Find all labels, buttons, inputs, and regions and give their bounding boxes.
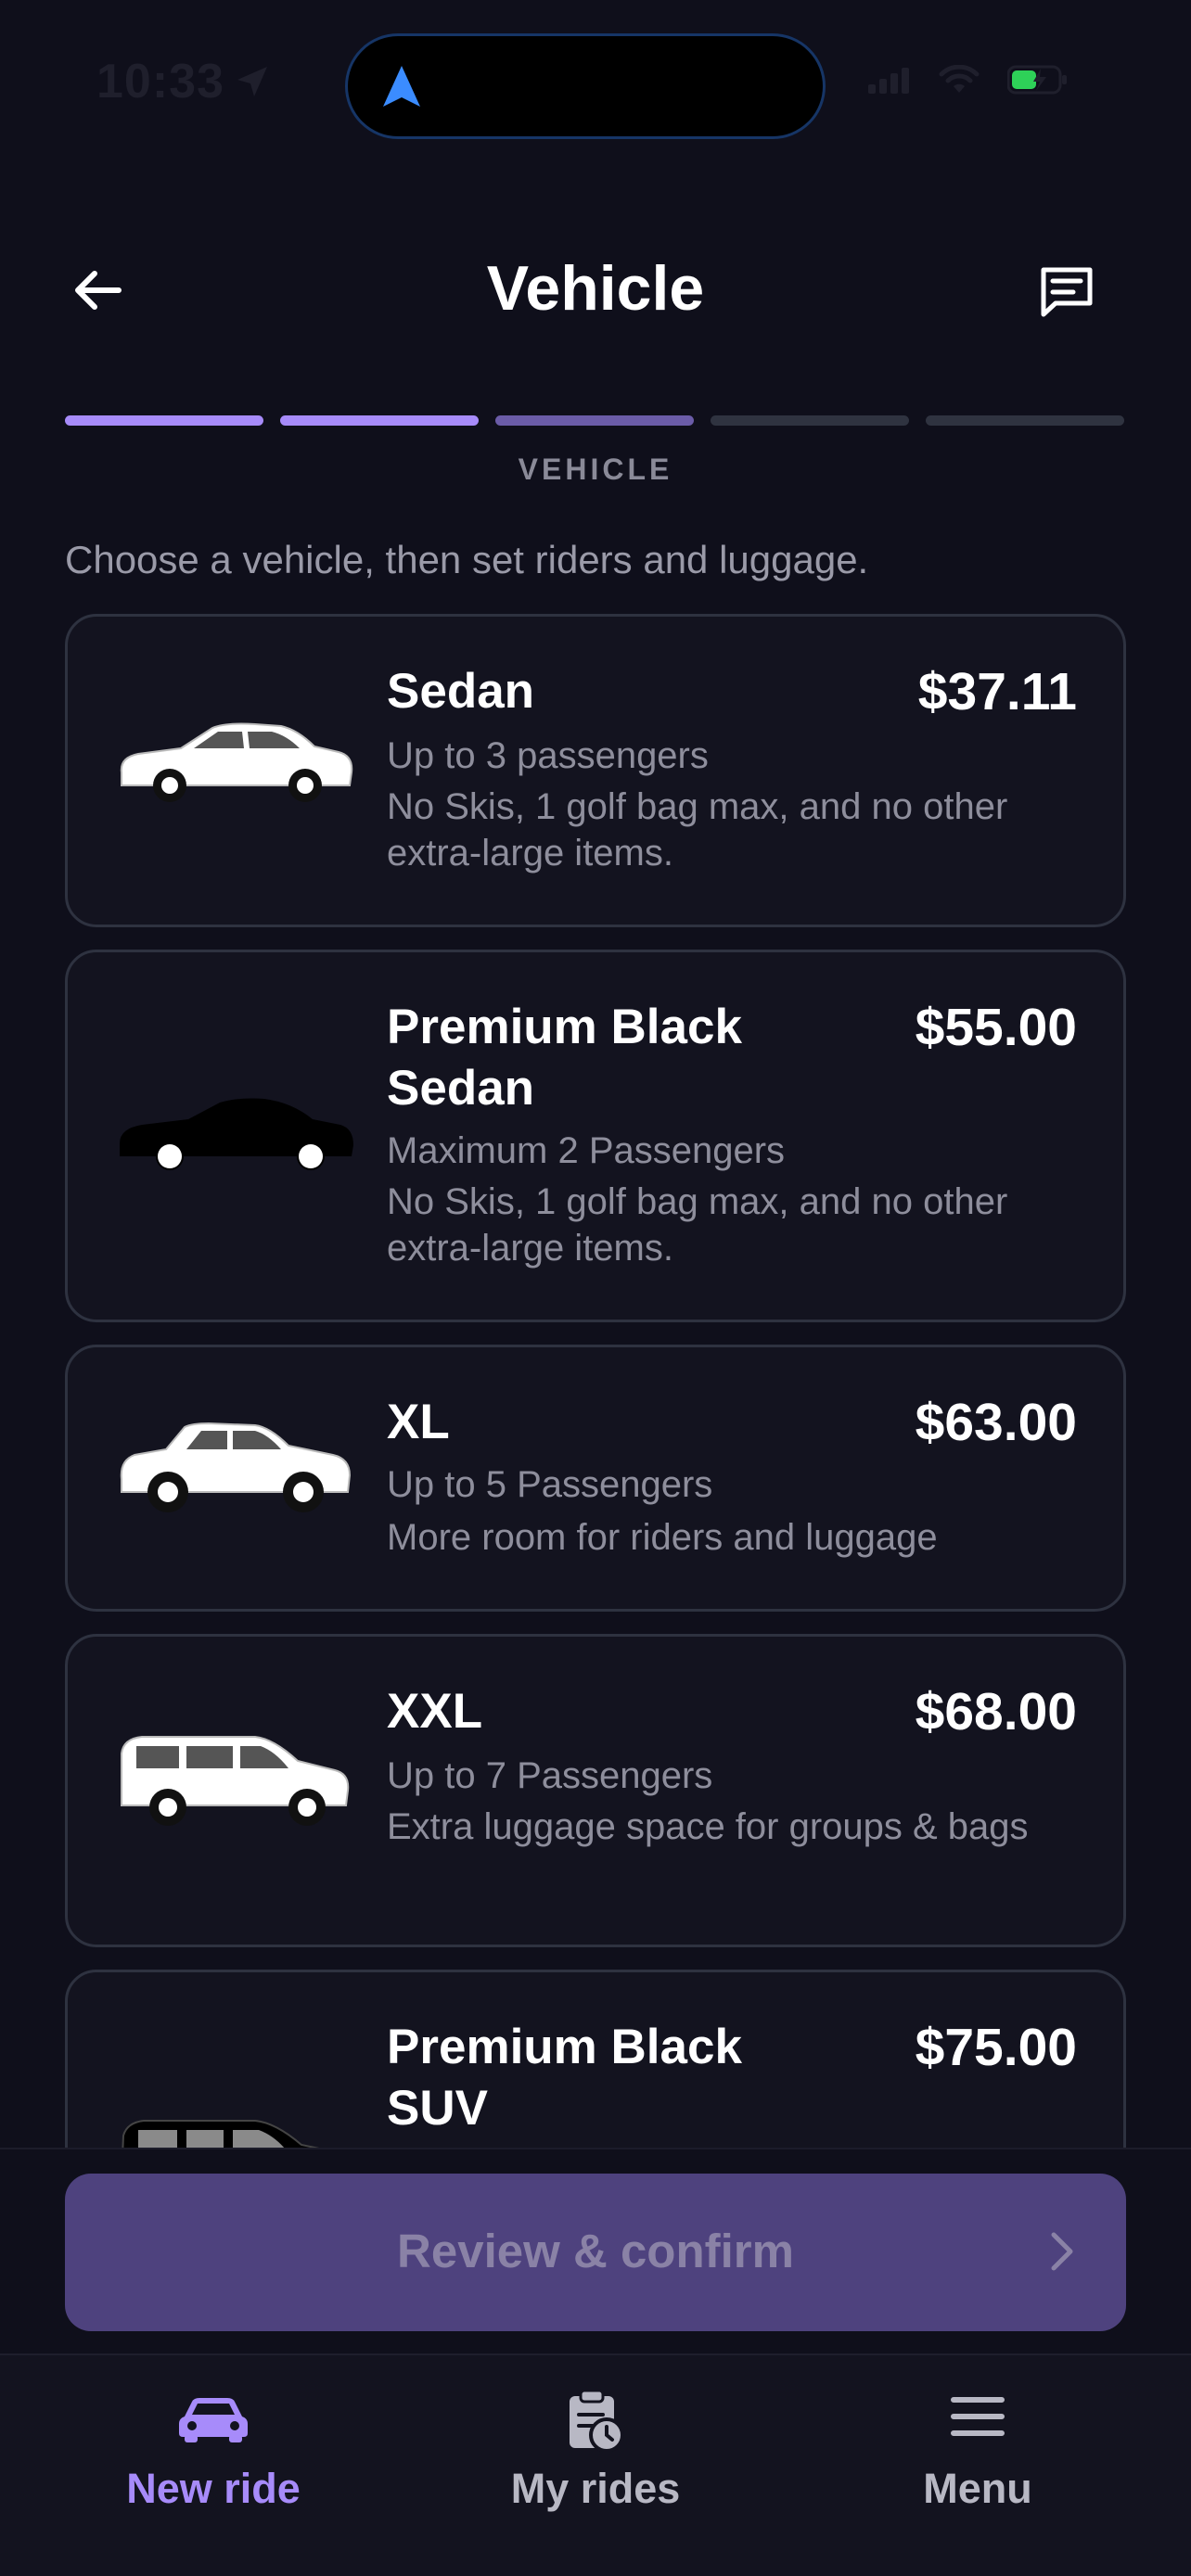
vehicle-price: $75.00 (915, 2018, 1077, 2077)
message-icon (1041, 267, 1093, 317)
nav-label: New ride (126, 2465, 301, 2512)
progress-segment-3 (495, 415, 694, 426)
nav-item-new-ride[interactable]: New ride (74, 2355, 352, 2541)
nav-item-menu[interactable]: Menu (839, 2355, 1117, 2541)
vehicle-name: Sedan (387, 664, 535, 719)
vehicle-name: XXL (387, 1684, 483, 1739)
hamburger-menu-icon (839, 2396, 1117, 2437)
cta-area: Review & confirm (0, 2148, 1191, 2353)
vehicle-list-viewport: Vehicle VEHICLE Choose a vehicle, then s… (0, 0, 1191, 2148)
vehicle-price: $63.00 (915, 1393, 1077, 1452)
chat-button[interactable] (1031, 260, 1102, 325)
review-confirm-label: Review & confirm (397, 2225, 794, 2277)
vehicle-card-premium-black-suv[interactable]: Premium Black SUV $75.00 (65, 1970, 1126, 2148)
review-confirm-button[interactable]: Review & confirm (65, 2174, 1126, 2331)
sedan-car-icon (116, 719, 357, 816)
progress-stepper (65, 415, 1126, 427)
vehicle-card-xl[interactable]: XL $63.00 Up to 5 Passengers More room f… (65, 1345, 1126, 1612)
vehicle-name: Premium Black Sedan (387, 1000, 742, 1116)
vehicle-capacity: Up to 3 passengers (387, 735, 709, 776)
vehicle-capacity: Maximum 2 Passengers (387, 1130, 786, 1171)
vehicle-price: $68.00 (915, 1682, 1077, 1741)
vehicle-name: XL (387, 1395, 450, 1449)
nav-label: My rides (510, 2465, 681, 2512)
vehicle-card-sedan[interactable]: Sedan $37.11 Up to 3 passengers No Skis,… (65, 614, 1126, 927)
black-sedan-car-icon (116, 1091, 357, 1189)
vehicle-card-xxl[interactable]: XXL $68.00 Up to 7 Passengers Extra lugg… (65, 1634, 1126, 1947)
black-suv-car-icon (116, 2113, 357, 2148)
bottom-nav: New ride My rides Menu (0, 2353, 1191, 2576)
vehicle-capacity: Up to 7 Passengers (387, 1755, 713, 1796)
car-icon (74, 2396, 352, 2442)
nav-label: Menu (923, 2465, 1032, 2512)
intro-text: Choose a vehicle, then set riders and lu… (65, 538, 869, 581)
suv-car-icon (116, 1422, 357, 1528)
step-label: VEHICLE (518, 453, 673, 486)
vehicle-card-premium-black-sedan[interactable]: Premium Black Sedan $55.00 Maximum 2 Pas… (65, 950, 1126, 1322)
page-title: Vehicle (486, 253, 705, 324)
progress-segment-5 (926, 415, 1124, 426)
vehicle-note: No Skis, 1 golf bag max, and no other ex… (387, 1181, 1008, 1269)
vehicle-name: Premium Black SUV (387, 2020, 742, 2136)
clipboard-clock-icon (456, 2389, 735, 2452)
vehicle-note: More room for riders and luggage (387, 1517, 938, 1558)
vehicle-note: Extra luggage space for groups & bags (387, 1806, 1029, 1847)
progress-segment-4 (711, 415, 909, 426)
progress-segment-1 (65, 415, 263, 426)
vehicle-price: $37.11 (917, 662, 1077, 721)
vehicle-price: $55.00 (915, 998, 1077, 1057)
vehicle-capacity: Up to 5 Passengers (387, 1464, 713, 1505)
vehicle-note: No Skis, 1 golf bag max, and no other ex… (387, 786, 1008, 874)
chevron-right-icon (1050, 2231, 1074, 2276)
progress-segment-2 (280, 415, 479, 426)
minivan-car-icon (116, 1733, 357, 1840)
nav-item-my-rides[interactable]: My rides (456, 2355, 735, 2541)
